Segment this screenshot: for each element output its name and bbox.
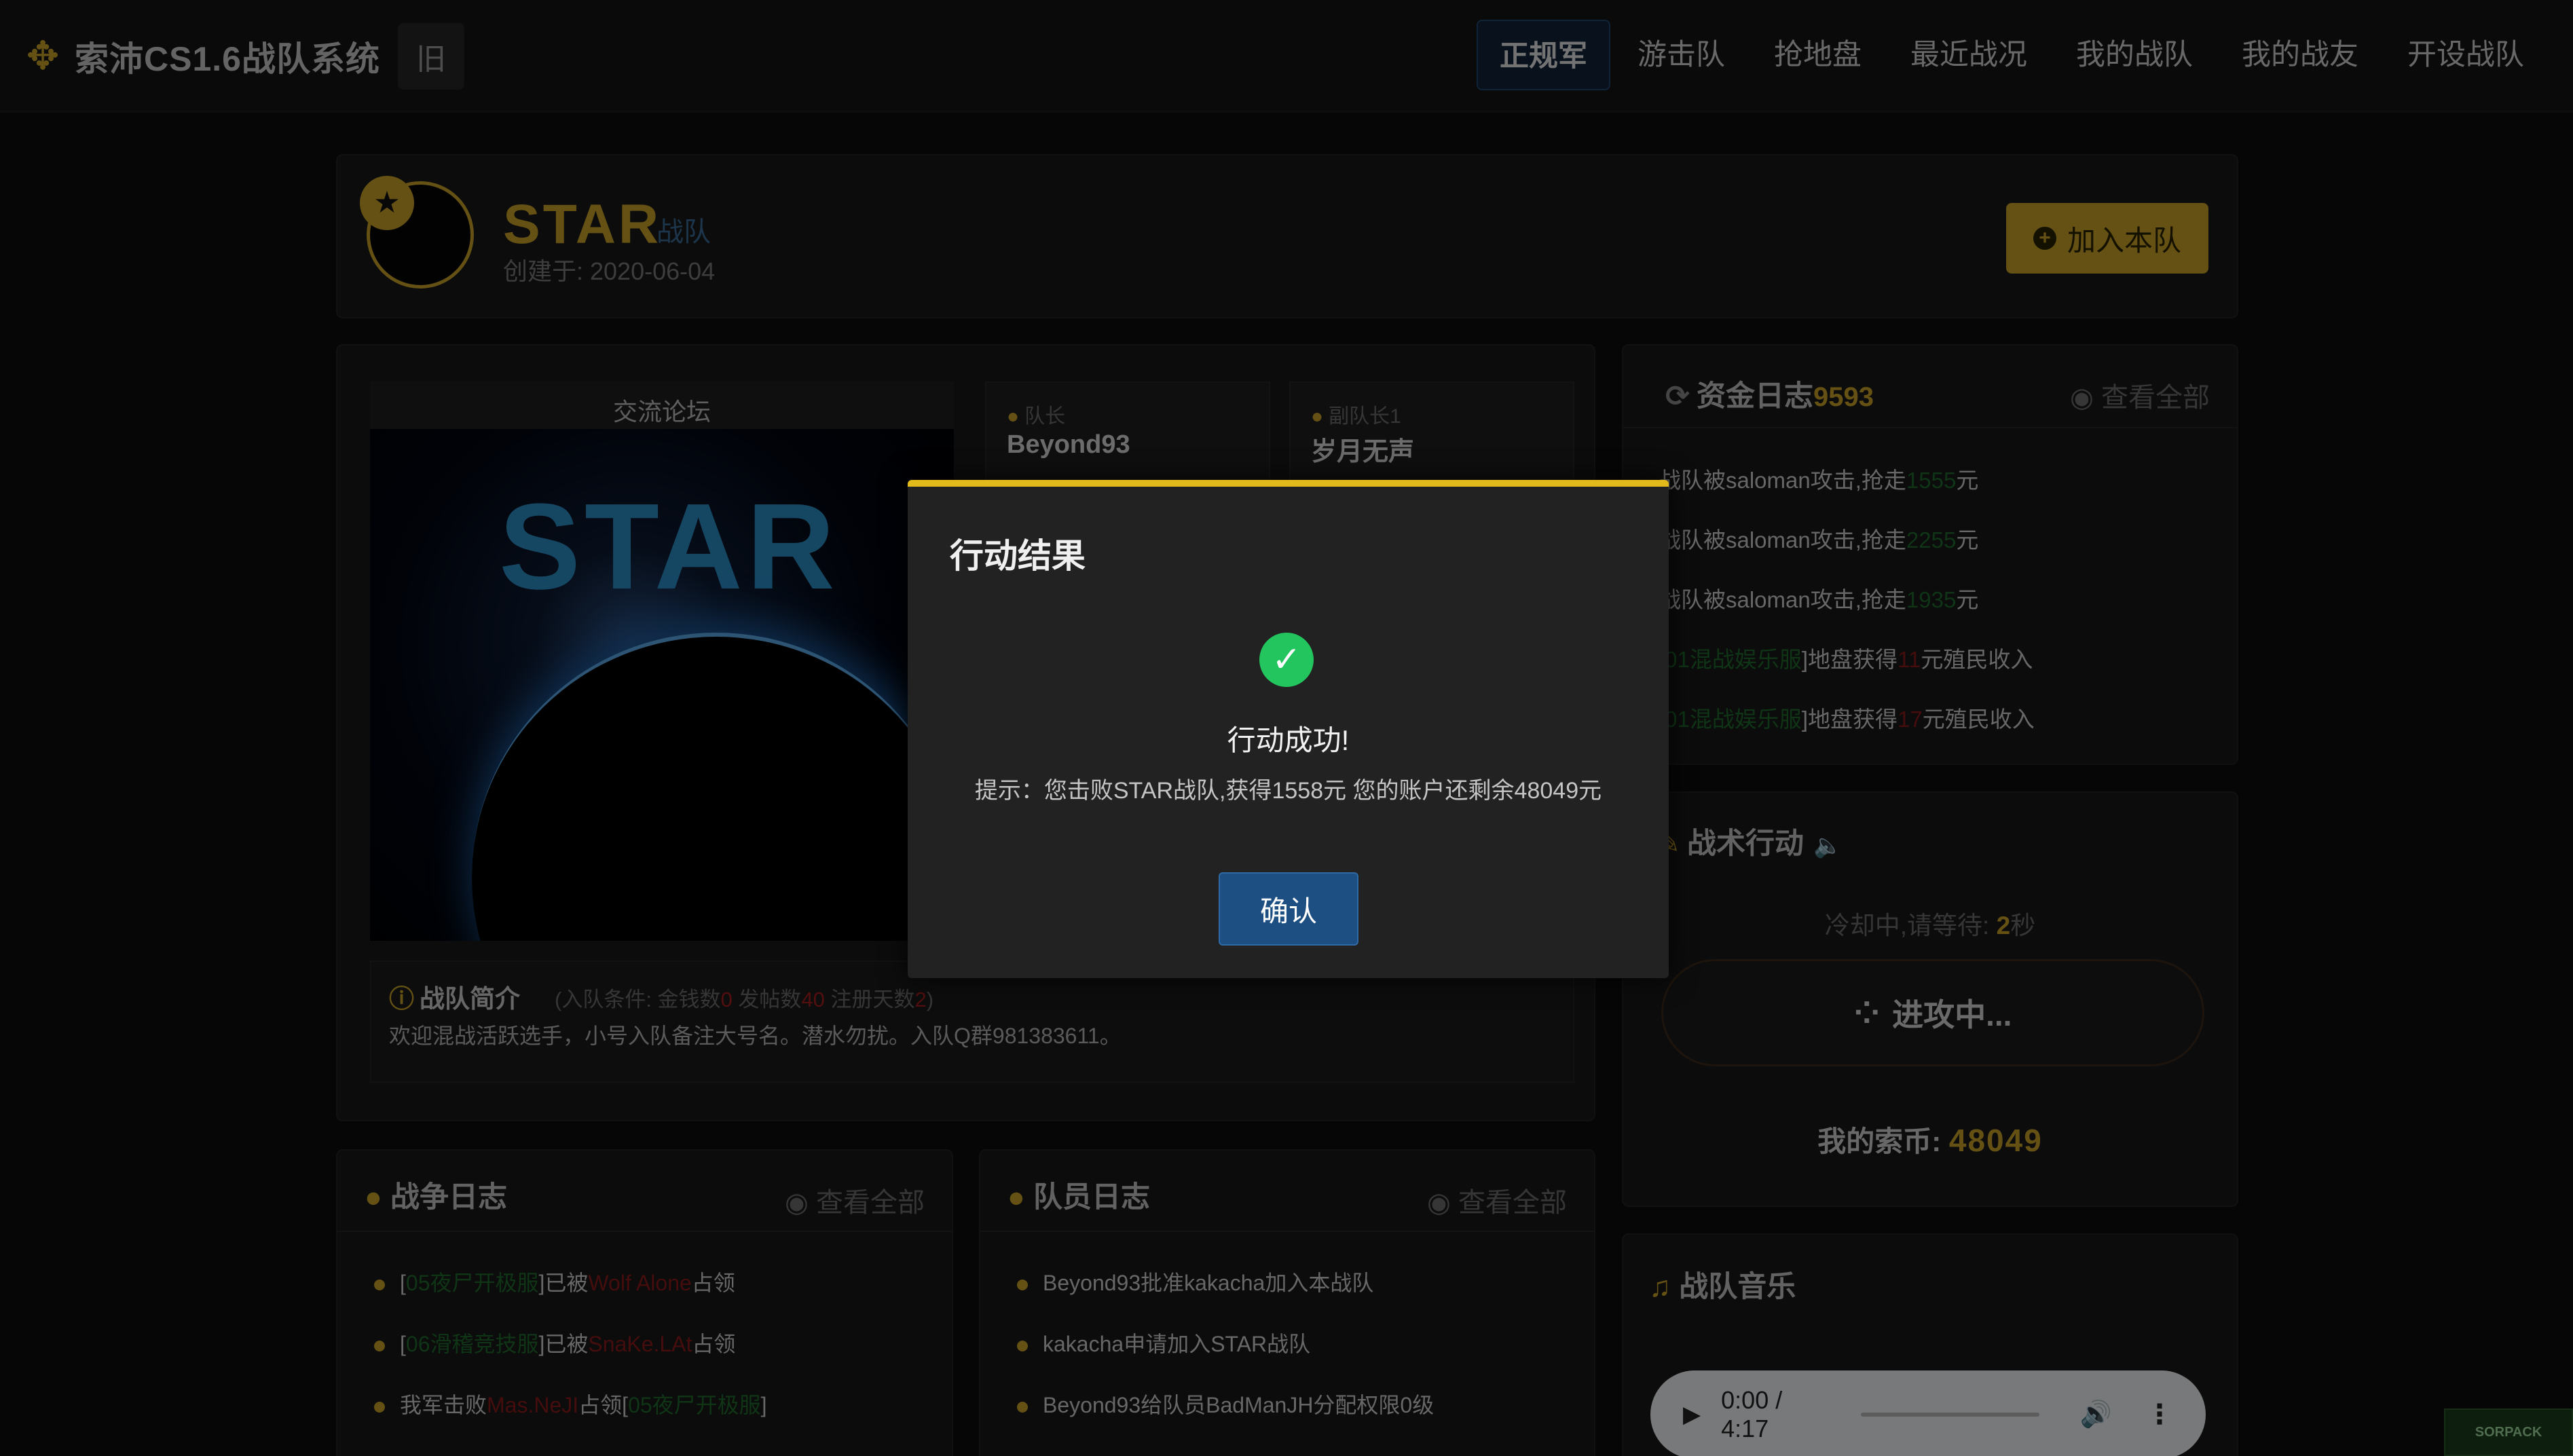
- check-circle-icon: ✓: [1259, 633, 1314, 687]
- dialog-message: 提示：您击败STAR战队,获得1558元 您的账户还剩余48049元: [974, 778, 1602, 804]
- action-result-dialog: 行动结果 ✓ 行动成功! 提示：您击败STAR战队,获得1558元 您的账户还剩…: [908, 480, 1669, 978]
- confirm-button[interactable]: 确认: [1219, 872, 1358, 946]
- dialog-title: 行动结果: [950, 537, 1086, 575]
- dialog-success-text: 行动成功!: [1227, 724, 1350, 756]
